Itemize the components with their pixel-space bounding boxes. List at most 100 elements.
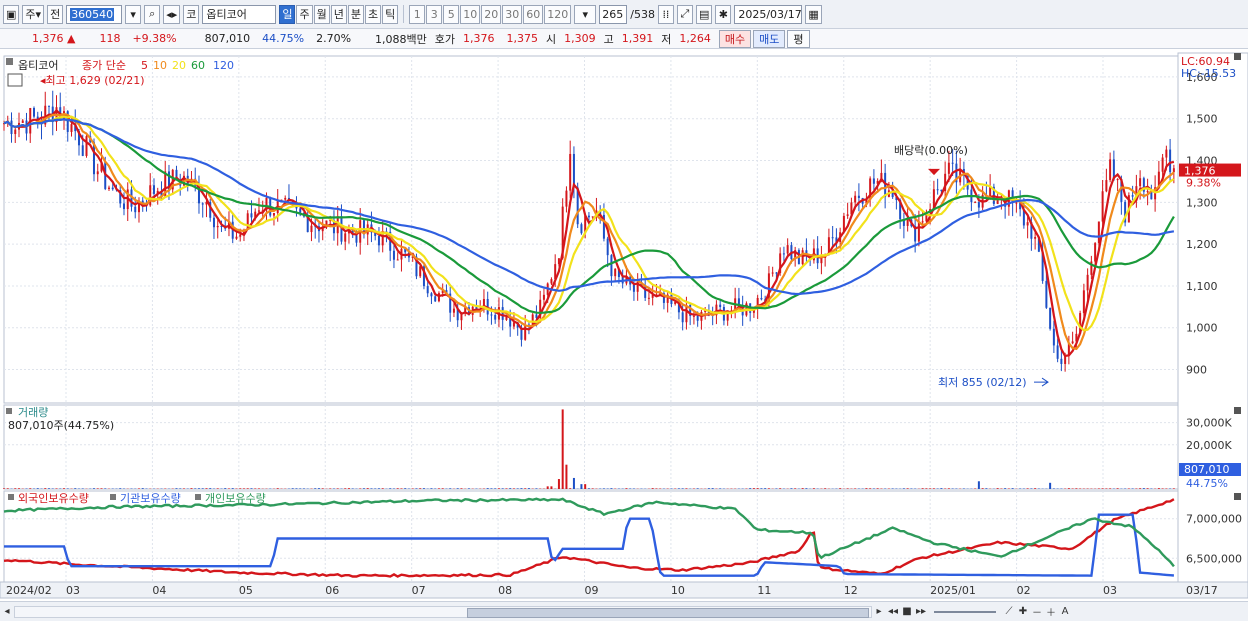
- interval-tab-3[interactable]: 10: [460, 4, 481, 24]
- name-prefix-button[interactable]: 코: [183, 4, 200, 24]
- interval-tab-2[interactable]: 5: [443, 4, 460, 24]
- stop-icon[interactable]: ■: [900, 605, 914, 619]
- volume-bar: [1142, 488, 1145, 489]
- line-tool-icon[interactable]: ⟋: [1002, 605, 1016, 619]
- panel-collapse-icon[interactable]: [1234, 53, 1241, 60]
- interval-dropdown-icon[interactable]: ▾: [574, 4, 597, 24]
- buy-button[interactable]: 매수: [718, 29, 752, 48]
- volume-bar: [437, 488, 440, 489]
- count-total: /538: [630, 7, 655, 21]
- volume-bar: [681, 488, 684, 489]
- candle-body: [70, 124, 73, 132]
- gear-icon[interactable]: ✱: [715, 4, 732, 24]
- zoom-out-icon[interactable]: －: [1030, 605, 1044, 619]
- volume-bar: [985, 488, 988, 489]
- volume-bar: [422, 488, 425, 489]
- grid-icon[interactable]: ⁞⁞: [657, 4, 674, 24]
- interval-tab-7[interactable]: 120: [544, 4, 572, 24]
- price-tick-label: 1,300: [1186, 196, 1218, 209]
- volume-bar: [719, 488, 722, 489]
- candle-body: [726, 313, 729, 321]
- scroll-right-icon[interactable]: ▸: [872, 605, 886, 619]
- stock-chart[interactable]: 2024/02 03 04 05 06 07 08 09 10 11 12 2025/01 02 03 03…: [0, 50, 1248, 601]
- low-price: 1,264: [679, 32, 711, 45]
- save-icon[interactable]: ▤: [695, 4, 713, 24]
- stock-name-field[interactable]: 옵티코어: [202, 4, 277, 24]
- scroll-track[interactable]: [14, 605, 872, 618]
- interval-tab-4[interactable]: 20: [481, 4, 502, 24]
- candle-body: [587, 215, 590, 218]
- volume-bar: [336, 488, 339, 489]
- sell-button[interactable]: 매도: [753, 29, 786, 48]
- legend-bullet-icon: [6, 58, 13, 65]
- count-input[interactable]: 265: [599, 4, 628, 24]
- volume-bar: [846, 488, 849, 489]
- candle-body: [580, 224, 583, 234]
- x-tick-label: 11: [757, 584, 771, 597]
- panel-collapse-icon[interactable]: [1234, 407, 1241, 414]
- sound-icon[interactable]: ◂▸: [163, 4, 181, 24]
- period-tab-3[interactable]: 년: [330, 4, 347, 24]
- volume-last-label: 807,010주(44.75%): [8, 419, 114, 432]
- volume-bar: [1079, 488, 1082, 489]
- stock-type-select[interactable]: 주 ▾: [22, 4, 45, 24]
- interval-tab-5[interactable]: 30: [502, 4, 523, 24]
- candle-body: [1169, 149, 1172, 173]
- scroll-thumb[interactable]: [467, 607, 869, 618]
- period-tab-0[interactable]: 일: [279, 4, 296, 24]
- volume-bar: [1157, 488, 1160, 489]
- period-tab-2[interactable]: 월: [313, 4, 330, 24]
- candle-body: [501, 307, 504, 320]
- candle-body: [801, 250, 804, 265]
- calculator-icon[interactable]: [7, 73, 23, 87]
- volume-bar: [239, 488, 242, 489]
- volume-bar: [1026, 488, 1029, 489]
- volume-bar: [1071, 488, 1074, 489]
- eval-button[interactable]: 평: [787, 29, 810, 48]
- period-tab-6[interactable]: 틱: [382, 4, 399, 24]
- candle-body: [591, 216, 594, 218]
- volume-bar: [1161, 488, 1164, 489]
- forward-icon[interactable]: ▸▸: [914, 605, 928, 619]
- date-input[interactable]: 2025/03/17: [734, 4, 803, 24]
- period-tab-4[interactable]: 분: [347, 4, 364, 24]
- volume-bar: [250, 488, 253, 489]
- candle-body: [1146, 191, 1149, 193]
- chart-icon[interactable]: ▣: [3, 4, 20, 24]
- volume-bar: [891, 488, 894, 489]
- candle-body: [760, 297, 763, 300]
- panel-collapse-icon[interactable]: [1234, 493, 1241, 500]
- trend-tool-icon[interactable]: ⤢: [676, 4, 693, 24]
- legend-ma-period: 10: [153, 59, 167, 72]
- zoom-slider[interactable]: [934, 610, 996, 613]
- stock-code-input[interactable]: 360540: [66, 4, 123, 24]
- scroll-left-icon[interactable]: ◂: [0, 605, 14, 619]
- period-tab-1[interactable]: 주: [296, 4, 313, 24]
- interval-tab-6[interactable]: 60: [523, 4, 544, 24]
- x-tick-label: 09: [585, 584, 599, 597]
- volume-bar: [347, 488, 350, 489]
- bottom-bar: ◂ ▸ ◂◂ ■ ▸▸ ⟋ ✚ － ＋ A: [0, 601, 1248, 621]
- rewind-icon[interactable]: ◂◂: [886, 605, 900, 619]
- turnover-rate: 2.70%: [316, 32, 352, 45]
- legend-ma-label: 종가 단순: [82, 59, 126, 72]
- volume-bar: [1101, 488, 1104, 489]
- search-icon[interactable]: ⌕: [144, 4, 161, 24]
- volume-bar: [1116, 488, 1119, 489]
- candle-body: [235, 236, 238, 239]
- candle-body: [239, 234, 242, 237]
- code-dropdown-icon[interactable]: ▾: [125, 4, 142, 24]
- text-tool-icon[interactable]: A: [1058, 605, 1072, 619]
- candle-body: [820, 257, 823, 264]
- volume-bar: [925, 488, 928, 489]
- calendar-icon[interactable]: ▦: [805, 4, 822, 24]
- stock-name-value: 옵티코어: [206, 8, 247, 21]
- crosshair-icon[interactable]: ✚: [1016, 605, 1030, 619]
- candle-body: [344, 233, 347, 242]
- interval-tab-1[interactable]: 3: [426, 4, 443, 24]
- zoom-in-icon[interactable]: ＋: [1044, 605, 1058, 619]
- interval-tab-0[interactable]: 1: [409, 4, 426, 24]
- period-tab-5[interactable]: 초: [364, 4, 382, 24]
- volume-bar: [711, 488, 714, 489]
- prev-button[interactable]: 전: [47, 4, 64, 24]
